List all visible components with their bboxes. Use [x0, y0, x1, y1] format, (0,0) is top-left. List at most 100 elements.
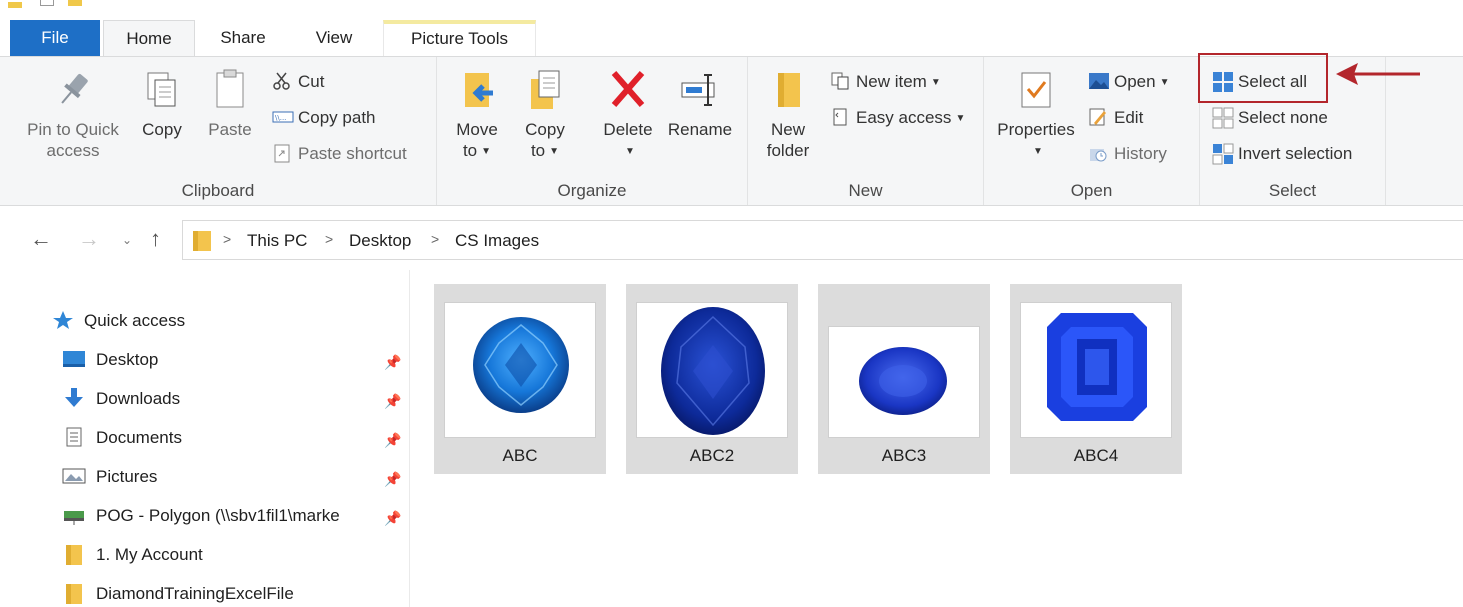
file-tile[interactable]: ABC3	[818, 284, 990, 474]
paste-shortcut-button[interactable]: Paste shortcut	[272, 141, 407, 167]
properties-icon	[1016, 65, 1056, 115]
recent-locations-chevron-icon[interactable]: ⌄	[122, 233, 132, 247]
ribbon-tabs: File Home Share View Picture Tools	[0, 20, 1463, 57]
annotation-arrow-icon	[1336, 63, 1420, 85]
select-none-button[interactable]: Select none	[1212, 105, 1328, 131]
nav-pictures[interactable]: Pictures	[62, 462, 157, 492]
group-clipboard: Pin to Quick access Copy Paste Cut \\...…	[0, 57, 437, 205]
new-folder-button[interactable]: New folder	[760, 65, 816, 161]
easy-access-button[interactable]: Easy access ▼	[830, 105, 965, 131]
pin-icon[interactable]: 📌	[384, 354, 401, 371]
invert-selection-icon	[1212, 143, 1234, 165]
nav-documents[interactable]: Documents	[62, 423, 182, 453]
nav-downloads[interactable]: Downloads	[62, 384, 180, 414]
copy-path-button[interactable]: \\... Copy path	[272, 105, 376, 131]
easy-access-label: Easy access	[856, 108, 952, 127]
chevron-down-icon: ▼	[625, 146, 635, 157]
pin-label-1: Pin to Quick	[27, 120, 119, 139]
invert-selection-label: Invert selection	[1238, 144, 1353, 163]
open-label: Open	[1114, 72, 1156, 91]
back-arrow-icon[interactable]: ←	[30, 226, 52, 252]
pin-icon[interactable]: 📌	[384, 471, 401, 488]
tab-picture-tools[interactable]: Picture Tools	[383, 20, 536, 56]
oval-sapphire-icon	[661, 307, 765, 435]
properties-icon[interactable]	[40, 0, 54, 6]
quick-access-toolbar	[0, 0, 1463, 20]
oval-sapphire-icon	[859, 347, 947, 415]
new-item-icon	[830, 71, 850, 91]
nav-desktop-label: Desktop	[96, 350, 159, 369]
scissors-icon	[272, 71, 292, 91]
copy-path-label: Copy path	[298, 108, 376, 127]
nav-network-drive-label: POG - Polygon (\\sbv1fil1\marke	[96, 506, 340, 525]
round-sapphire-icon	[473, 317, 569, 413]
rename-button[interactable]: Rename	[665, 65, 735, 140]
file-tile[interactable]: ABC	[434, 284, 606, 474]
edit-label: Edit	[1114, 108, 1144, 127]
paste-button[interactable]: Paste	[202, 65, 258, 140]
pin-icon[interactable]: 📌	[384, 510, 401, 527]
nav-quick-access[interactable]: Quick access	[52, 306, 185, 336]
image-icon	[1088, 71, 1109, 91]
move-to-label-1: Move	[456, 120, 498, 139]
address-bar[interactable]: > This PC > Desktop > CS Images	[182, 220, 1463, 260]
nav-network-drive[interactable]: POG - Polygon (\\sbv1fil1\marke	[62, 501, 340, 531]
chevron-down-icon: ▼	[549, 146, 560, 157]
breadcrumb-this-pc[interactable]: This PC	[247, 231, 307, 251]
new-folder-icon	[768, 65, 808, 115]
edit-button[interactable]: Edit	[1088, 105, 1143, 131]
properties-button[interactable]: Properties ▼	[992, 65, 1080, 164]
chevron-down-icon: ▼	[930, 77, 941, 88]
history-icon	[1088, 143, 1108, 163]
tab-view[interactable]: View	[296, 20, 372, 56]
nav-my-account[interactable]: 1. My Account	[62, 540, 203, 570]
tab-share[interactable]: Share	[205, 20, 281, 56]
breadcrumb-separator-icon: >	[223, 231, 232, 247]
thumbnail-image	[444, 302, 596, 438]
copy-to-label-2: to	[530, 141, 546, 160]
nav-desktop[interactable]: Desktop	[62, 345, 158, 375]
copy-button[interactable]: Copy	[134, 65, 190, 140]
new-folder-label-2: folder	[766, 141, 810, 160]
pin-icon[interactable]: 📌	[384, 432, 401, 449]
breadcrumb-cs-images[interactable]: CS Images	[455, 231, 539, 251]
select-none-label: Select none	[1238, 108, 1328, 127]
tab-home[interactable]: Home	[103, 20, 195, 57]
new-folder-icon[interactable]	[68, 0, 82, 6]
copy-to-button[interactable]: Copy to ▼	[517, 65, 573, 164]
easy-access-icon	[830, 107, 850, 127]
move-to-icon	[457, 65, 497, 115]
pictures-icon	[62, 466, 86, 486]
group-label-select: Select	[1268, 181, 1317, 200]
history-button[interactable]: History	[1088, 141, 1167, 167]
folder-icon	[193, 231, 211, 251]
nav-diamond-training[interactable]: DiamondTrainingExcelFile	[62, 579, 294, 607]
ribbon: Pin to Quick access Copy Paste Cut \\...…	[0, 53, 1463, 206]
nav-documents-label: Documents	[96, 428, 182, 447]
new-item-button[interactable]: New item ▼	[830, 69, 941, 95]
pin-to-quick-access-button[interactable]: Pin to Quick access	[18, 65, 128, 161]
svg-text:\\...: \\...	[275, 114, 286, 122]
nav-quick-access-label: Quick access	[84, 311, 186, 330]
forward-arrow-icon[interactable]: →	[78, 226, 100, 252]
file-tile[interactable]: ABC4	[1010, 284, 1182, 474]
pin-icon[interactable]: 📌	[384, 393, 401, 410]
open-button[interactable]: Open ▼	[1088, 69, 1170, 95]
delete-label: Delete	[603, 120, 653, 139]
chevron-down-icon: ▼	[1159, 77, 1170, 88]
copy-to-icon	[525, 65, 565, 115]
desktop-icon	[62, 349, 86, 369]
folder-icon	[62, 544, 86, 565]
delete-button[interactable]: Delete ▼	[595, 65, 661, 164]
cut-button[interactable]: Cut	[272, 69, 324, 95]
folder-icon[interactable]	[8, 2, 22, 8]
invert-selection-button[interactable]: Invert selection	[1212, 141, 1352, 167]
paste-shortcut-icon	[272, 143, 292, 163]
breadcrumb-desktop[interactable]: Desktop	[349, 231, 411, 251]
network-drive-icon	[62, 505, 86, 525]
tab-file[interactable]: File	[10, 20, 100, 56]
file-tile[interactable]: ABC2	[626, 284, 798, 474]
copy-to-label-1: Copy	[525, 120, 565, 139]
up-arrow-icon[interactable]: ↑	[150, 226, 161, 252]
move-to-button[interactable]: Move to ▼	[449, 65, 505, 164]
